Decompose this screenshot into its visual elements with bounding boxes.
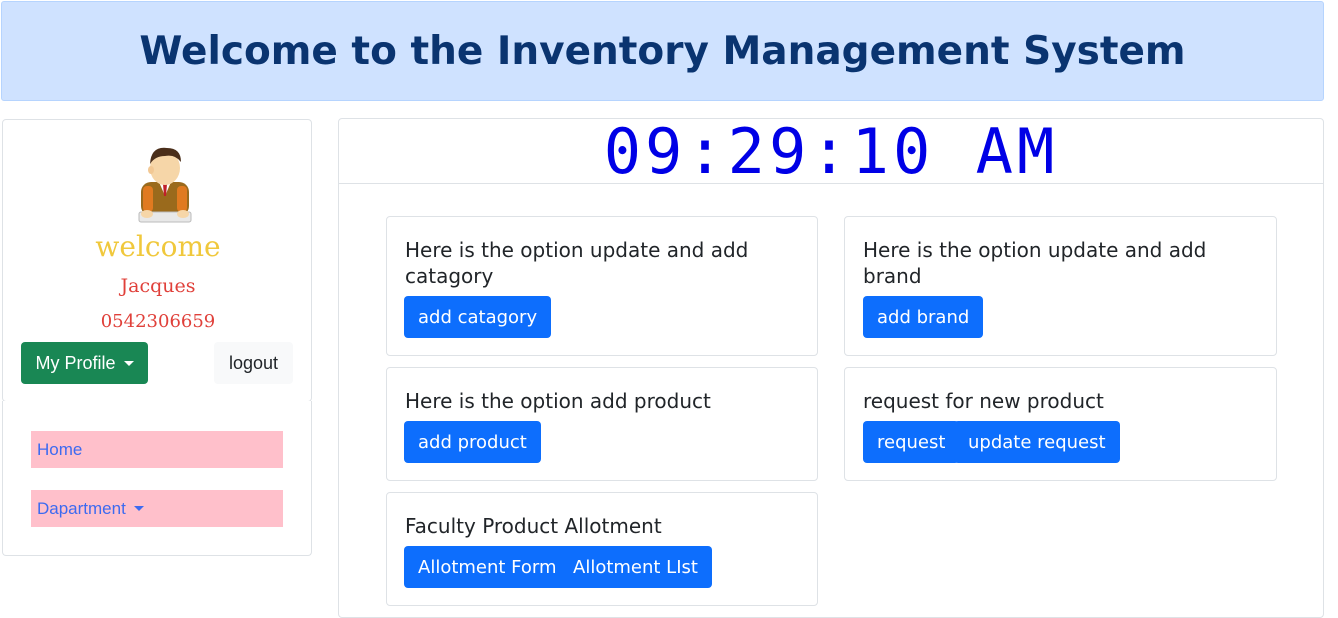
- add-product-button[interactable]: add product: [404, 421, 541, 463]
- allotment-list-button[interactable]: Allotment LIst: [559, 546, 712, 588]
- user-phone: 0542306659: [100, 311, 216, 332]
- update-request-button[interactable]: update request: [954, 421, 1120, 463]
- option-card-allotment: Faculty Product Allotment Allotment Form…: [386, 492, 818, 606]
- allotment-form-button[interactable]: Allotment Form: [404, 546, 571, 588]
- sidebar-item-label: Dapartment: [37, 498, 126, 518]
- option-title: request for new product: [863, 389, 1104, 413]
- page-title: Welcome to the Inventory Management Syst…: [139, 28, 1186, 74]
- logout-button[interactable]: logout: [214, 342, 293, 384]
- option-card-brand: Here is the option update and add brand …: [844, 216, 1277, 356]
- option-card-category: Here is the option update and add catago…: [386, 216, 818, 356]
- my-profile-label: My Profile: [35, 352, 116, 373]
- my-profile-dropdown-button[interactable]: My Profile: [21, 342, 148, 384]
- option-title: Faculty Product Allotment: [405, 514, 662, 538]
- header-banner: Welcome to the Inventory Management Syst…: [1, 1, 1324, 101]
- caret-down-icon: [123, 360, 134, 366]
- sidebar-nav: Home Dapartment: [2, 401, 312, 556]
- sidebar-item-label: Home: [37, 439, 83, 459]
- user-name: Jacques: [120, 275, 196, 297]
- clock-bar: 09:29:10 AM: [339, 115, 1323, 188]
- add-category-button[interactable]: add catagory: [404, 296, 552, 338]
- sidebar-item-department[interactable]: Dapartment: [31, 490, 283, 527]
- profile-card: welcome Jacques 0542306659 My Profile lo…: [2, 119, 312, 402]
- option-title: Here is the option add product: [405, 389, 711, 413]
- welcome-text: welcome: [95, 230, 221, 263]
- option-title: Here is the option update and add catago…: [405, 238, 749, 288]
- option-title: Here is the option update and add brand: [863, 238, 1207, 288]
- sidebar-item-home[interactable]: Home: [31, 431, 283, 468]
- user-avatar-icon: [138, 147, 192, 223]
- option-card-product: Here is the option add product add produ…: [386, 367, 818, 481]
- add-brand-button[interactable]: add brand: [863, 296, 984, 338]
- option-card-request: request for new product request update r…: [844, 367, 1277, 481]
- digital-clock: 09:29:10 AM: [603, 114, 1059, 188]
- caret-down-icon: [133, 506, 144, 511]
- request-button[interactable]: request: [863, 421, 960, 463]
- main-panel: 09:29:10 AM Here is the option update an…: [338, 115, 1324, 618]
